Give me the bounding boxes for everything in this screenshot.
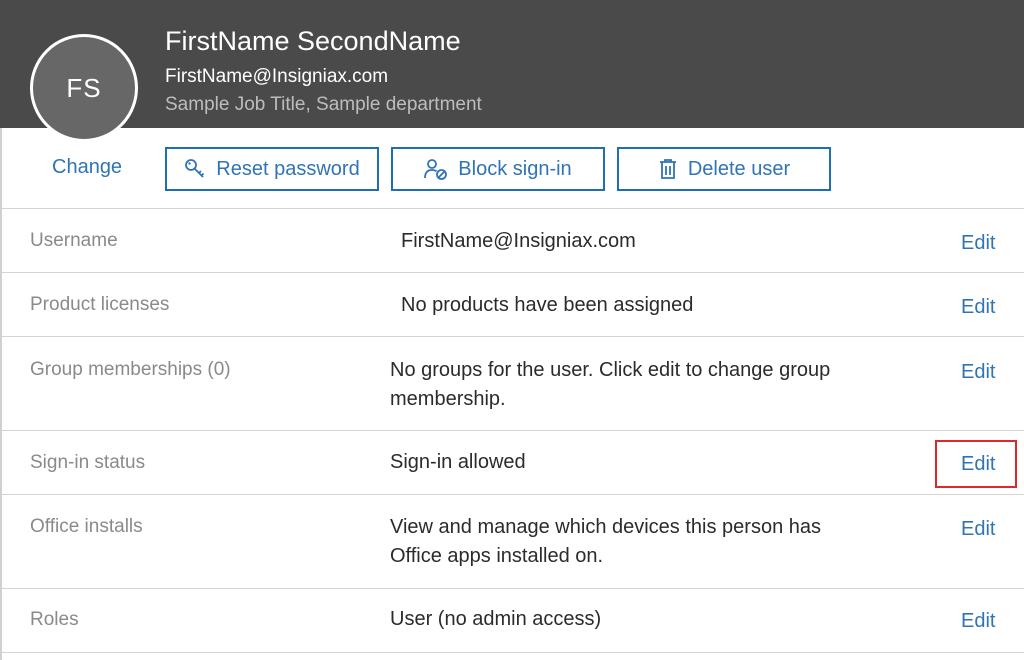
- signin-status-label: Sign-in status: [30, 452, 146, 473]
- divider: [2, 272, 1024, 273]
- edit-roles-link[interactable]: Edit: [961, 610, 995, 633]
- delete-user-label: Delete user: [687, 157, 791, 180]
- trash-icon: [658, 158, 678, 180]
- avatar: FS: [30, 34, 138, 142]
- delete-user-button[interactable]: Delete user: [617, 147, 831, 191]
- user-email: FirstName@Insigniax.com: [165, 66, 389, 87]
- reset-password-label: Reset password: [216, 157, 360, 180]
- product-licenses-label: Product licenses: [30, 294, 170, 315]
- signin-status-value: Sign-in allowed: [390, 451, 526, 473]
- office-installs-value: View and manage which devices this perso…: [390, 516, 821, 567]
- edit-group-memberships-link[interactable]: Edit: [961, 361, 995, 384]
- key-icon: [184, 158, 206, 180]
- roles-label: Roles: [30, 609, 79, 630]
- change-photo-link[interactable]: Change: [52, 156, 122, 179]
- username-value: FirstName@Insigniax.com: [401, 230, 636, 252]
- block-signin-button[interactable]: Block sign-in: [391, 147, 605, 191]
- product-licenses-value: No products have been assigned: [401, 294, 694, 316]
- office-installs-label: Office installs: [30, 516, 143, 537]
- user-header: FirstName SecondName FirstName@Insigniax…: [0, 0, 1024, 128]
- edit-product-licenses-link[interactable]: Edit: [961, 296, 995, 319]
- divider: [2, 588, 1024, 589]
- group-memberships-value: No groups for the user. Click edit to ch…: [390, 359, 831, 410]
- roles-value: User (no admin access): [390, 608, 602, 630]
- edit-office-installs-link[interactable]: Edit: [961, 518, 995, 541]
- block-signin-label: Block sign-in: [458, 157, 572, 180]
- user-display-name: FirstName SecondName: [165, 26, 461, 56]
- divider: [2, 494, 1024, 495]
- divider: [2, 652, 1024, 653]
- edit-signin-status-link[interactable]: Edit: [961, 453, 995, 476]
- group-memberships-label: Group memberships (0): [30, 359, 231, 380]
- avatar-initials: FS: [66, 72, 102, 103]
- username-label: Username: [30, 230, 118, 251]
- user-job-title: Sample Job Title, Sample department: [165, 94, 482, 115]
- divider: [2, 208, 1024, 209]
- divider: [2, 430, 1024, 431]
- divider: [2, 336, 1024, 337]
- user-block-icon: [424, 158, 448, 180]
- edit-username-link[interactable]: Edit: [961, 232, 995, 255]
- reset-password-button[interactable]: Reset password: [165, 147, 379, 191]
